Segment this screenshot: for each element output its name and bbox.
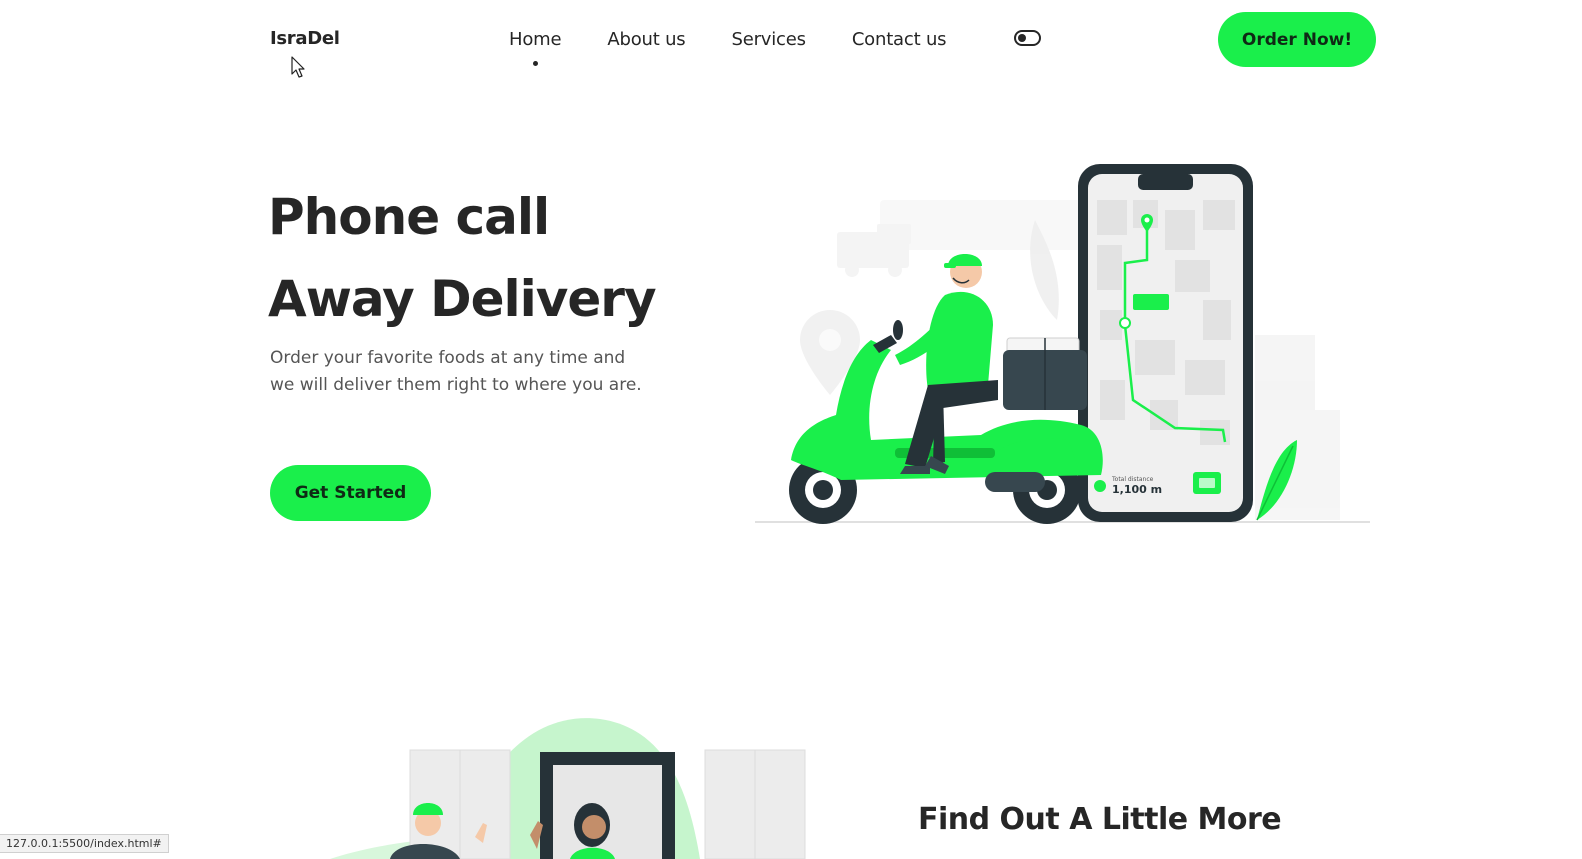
hero-title-line-2: Away Delivery [268,270,657,328]
delivery-scooter-illustration: Total distance 1,100 m [755,164,1370,524]
about-heading: Find Out A Little More [918,802,1282,837]
get-started-button[interactable]: Get Started [270,465,431,521]
nav-about-us[interactable]: About us [607,29,685,50]
mouse-cursor-icon [291,56,305,78]
about-illustration [330,718,806,859]
nav-home[interactable]: Home [509,29,562,66]
logo[interactable]: IsraDel [270,28,340,49]
browser-status-url: 127.0.0.1:5500/index.html# [0,834,169,853]
phone-illustration: Total distance 1,100 m [1078,164,1253,522]
order-now-button[interactable]: Order Now! [1218,12,1376,67]
distance-label: Total distance [1111,476,1154,483]
delivery-box [1003,337,1087,410]
theme-toggle-icon[interactable] [1014,30,1041,46]
hero-description: Order your favorite foods at any time an… [270,348,642,395]
hero-title-line-1: Phone call [268,188,550,246]
nav-services[interactable]: Services [732,29,807,50]
hero-title: Phone call Away Delivery [268,176,657,340]
toggle-knob [1018,34,1026,42]
distance-value: 1,100 m [1112,483,1162,496]
site-header: IsraDel Home About us Services Contact u… [0,0,1582,90]
main-nav: Home About us Services Contact us [509,29,947,66]
nav-contact-us[interactable]: Contact us [852,29,947,50]
